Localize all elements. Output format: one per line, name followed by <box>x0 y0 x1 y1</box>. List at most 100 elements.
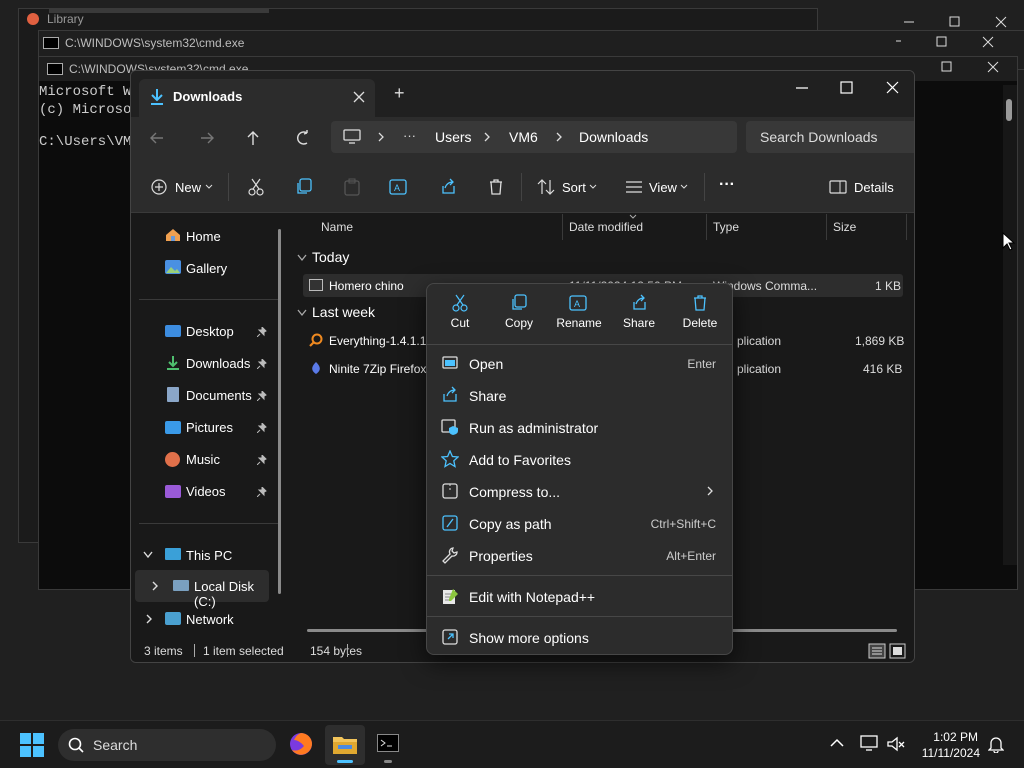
windows-start-icon[interactable] <box>20 733 44 757</box>
menu-item-properties[interactable]: Properties Alt+Enter <box>431 539 730 571</box>
status-divider <box>347 644 348 657</box>
file-name: Everything-1.4.1.10 <box>329 334 434 348</box>
context-share-button[interactable]: Share <box>609 294 669 350</box>
svg-text:A: A <box>394 183 400 193</box>
group-last-week[interactable]: Last week <box>312 304 375 320</box>
view-toggle <box>868 643 906 659</box>
clock-time[interactable]: 1:02 PM <box>918 730 978 744</box>
menu-item-add-to-favorites[interactable]: Add to Favorites <box>431 443 730 475</box>
more-options-button[interactable]: ··· <box>719 176 735 194</box>
sidebar-item-network[interactable]: Network <box>186 612 234 627</box>
search-box[interactable]: Search Downloads <box>746 121 914 153</box>
context-copy-button[interactable]: Copy <box>489 294 549 350</box>
context-delete-button[interactable]: Delete <box>670 294 730 350</box>
column-type[interactable]: Type <box>713 220 739 234</box>
sidebar-item-music[interactable]: Music <box>186 452 220 467</box>
cmd-scrollbar[interactable] <box>1003 85 1017 565</box>
sidebar-item-videos[interactable]: Videos <box>186 484 226 499</box>
breadcrumb-overflow[interactable]: ··· <box>403 128 416 143</box>
sidebar-item-downloads[interactable]: Downloads <box>186 356 250 371</box>
context-cut-button[interactable]: Cut <box>430 294 490 350</box>
sort-button[interactable]: Sort <box>562 180 586 195</box>
paste-icon[interactable] <box>343 178 361 196</box>
sidebar-item-this-pc[interactable]: This PC <box>186 548 232 563</box>
pin-icon <box>257 327 267 337</box>
chevron-right-icon[interactable] <box>483 132 491 142</box>
archive-icon <box>442 483 458 499</box>
chevron-right-icon[interactable] <box>151 581 159 591</box>
cmd-scroll-thumb[interactable] <box>1006 99 1012 121</box>
address-row: ··· Users VM6 Downloads Search Downloads <box>131 117 914 161</box>
chevron-down-icon[interactable] <box>297 309 307 317</box>
address-bar[interactable]: ··· Users VM6 Downloads <box>331 121 737 153</box>
command-bar: New A Sort View ··· Details <box>131 161 914 213</box>
sidebar-item-pictures[interactable]: Pictures <box>186 420 233 435</box>
file-type: plication <box>737 334 782 348</box>
cmd-line-2: (c) Microso <box>39 102 132 118</box>
clock-date[interactable]: 11/11/2024 <box>908 746 980 760</box>
sidebar-item-gallery[interactable]: Gallery <box>186 261 227 276</box>
music-icon <box>165 452 180 467</box>
sidebar-scrollbar[interactable] <box>278 229 281 594</box>
chevron-right-icon[interactable] <box>555 132 563 142</box>
star-icon <box>441 450 459 468</box>
column-date[interactable]: Date modified <box>569 220 643 234</box>
new-button[interactable]: New <box>175 180 201 195</box>
close-tab-icon[interactable] <box>353 91 365 103</box>
menu-separator <box>427 344 732 345</box>
terminal-icon[interactable] <box>377 734 399 752</box>
menu-item-show-more-options[interactable]: Show more options <box>431 621 730 653</box>
tab-downloads[interactable]: Downloads <box>139 79 375 117</box>
chevron-down-icon[interactable] <box>297 254 307 262</box>
menu-item-copy-as-path[interactable]: Copy as path Ctrl+Shift+C <box>431 507 730 539</box>
cut-icon[interactable] <box>247 178 265 196</box>
delete-icon[interactable] <box>487 178 505 196</box>
network-icon[interactable] <box>860 735 880 753</box>
batch-file-icon <box>309 279 323 291</box>
gallery-icon <box>165 260 181 274</box>
group-today[interactable]: Today <box>312 249 349 265</box>
volume-muted-icon[interactable] <box>886 735 906 753</box>
breadcrumb-vm6[interactable]: VM6 <box>509 129 538 145</box>
taskbar-search[interactable]: Search <box>58 729 276 761</box>
refresh-icon[interactable] <box>297 130 308 145</box>
menu-item-share[interactable]: Share <box>431 379 730 411</box>
breadcrumb-downloads[interactable]: Downloads <box>579 129 648 145</box>
menu-item-compress[interactable]: Compress to... <box>431 475 730 507</box>
copy-icon[interactable] <box>295 178 313 196</box>
sidebar-item-desktop[interactable]: Desktop <box>186 324 234 339</box>
context-rename-button[interactable]: A Rename <box>549 294 609 350</box>
background-tab <box>49 9 269 13</box>
chevron-right-icon[interactable] <box>377 132 385 142</box>
menu-item-edit-notepad[interactable]: Edit with Notepad++ <box>431 580 730 612</box>
close-icon[interactable] <box>886 81 899 94</box>
pin-icon <box>257 455 267 465</box>
menu-item-run-as-administrator[interactable]: Run as administrator <box>431 411 730 443</box>
share-icon <box>633 294 646 310</box>
breadcrumb-users[interactable]: Users <box>435 129 472 145</box>
rename-icon[interactable]: A <box>389 178 409 196</box>
firefox-icon[interactable] <box>289 732 313 756</box>
ninite-icon <box>312 362 320 374</box>
forward-icon[interactable] <box>201 132 214 144</box>
column-name[interactable]: Name <box>321 220 353 234</box>
sidebar-item-local-disk[interactable]: Local Disk (C:) <box>135 570 269 609</box>
chevron-right-icon[interactable] <box>145 614 153 624</box>
maximize-icon[interactable] <box>840 81 853 94</box>
menu-item-open[interactable]: Open Enter <box>431 347 730 379</box>
rename-icon: A <box>569 295 587 311</box>
sidebar-item-home[interactable]: Home <box>186 229 221 244</box>
chevron-up-icon[interactable] <box>830 738 844 748</box>
column-divider <box>562 214 563 240</box>
up-icon[interactable] <box>247 131 259 145</box>
taskbar-explorer-button[interactable] <box>325 725 365 765</box>
notification-bell-icon[interactable] <box>988 735 1004 753</box>
view-button[interactable]: View <box>649 180 677 195</box>
sidebar-item-documents[interactable]: Documents <box>186 388 252 403</box>
chevron-down-icon[interactable] <box>143 551 153 559</box>
column-size[interactable]: Size <box>833 220 856 234</box>
share-icon[interactable] <box>439 178 457 196</box>
new-tab-button[interactable]: + <box>394 83 405 104</box>
details-button[interactable]: Details <box>854 180 894 195</box>
back-icon[interactable] <box>150 132 163 144</box>
